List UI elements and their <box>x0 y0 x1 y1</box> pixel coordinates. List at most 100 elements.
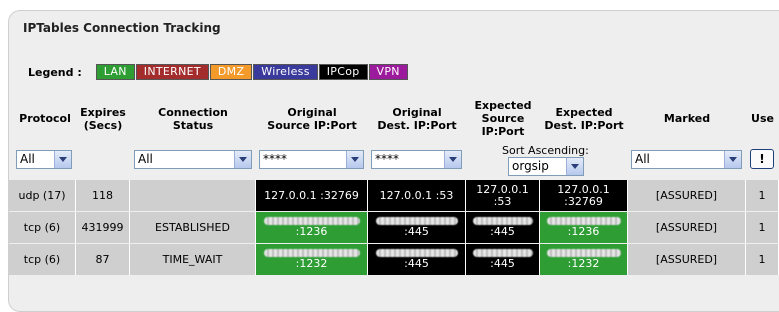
header-expires-label: Expires <box>80 106 126 119</box>
exp-dst-port: :32769 <box>564 194 603 208</box>
chevron-down-icon <box>566 158 583 175</box>
legend-vpn: VPN <box>368 64 408 80</box>
chevron-down-icon <box>346 151 363 168</box>
marked-filter-value: All <box>635 152 650 166</box>
exp-src-port: :445 <box>490 257 515 270</box>
legend-wireless: Wireless <box>253 64 318 80</box>
protocol-cell: tcp (6) <box>9 212 76 243</box>
orig-src-cell: 127.0.0.1 :32769 <box>256 180 368 211</box>
redacted-ip <box>472 217 533 225</box>
table-row: tcp (6) 87 TIME_WAIT :1232 :445 :445 :12… <box>9 244 779 275</box>
protocol-cell: udp (17) <box>9 180 76 211</box>
exp-dst-cell: :1232 <box>540 244 628 275</box>
exp-dst-ip: 127.0.0.1 <box>557 182 610 196</box>
use-cell: 1 <box>746 180 779 211</box>
panel-title: IPTables Connection Tracking <box>23 21 221 35</box>
chevron-down-icon <box>54 151 71 168</box>
orig-dst-cell: 127.0.0.1 :53 <box>368 180 466 211</box>
marked-filter-select[interactable]: All <box>631 150 742 169</box>
original-dest-filter-select[interactable]: **** <box>371 150 462 169</box>
header-expires-unit: (Secs) <box>83 119 123 132</box>
orig-dst-cell: :445 <box>368 244 466 275</box>
orig-src-cell: :1236 <box>256 212 368 243</box>
table-row: udp (17) 118 127.0.0.1 :32769 127.0.0.1 … <box>9 180 779 211</box>
header-exp-dst-label-2: Dest. IP:Port <box>544 119 624 132</box>
legend-lan: LAN <box>95 64 135 80</box>
original-source-filter-select[interactable]: **** <box>259 150 364 169</box>
status-cell: TIME_WAIT <box>130 244 256 275</box>
redacted-ip <box>375 217 458 225</box>
exp-dst-port: :1236 <box>567 225 600 238</box>
header-original-source: Original Source IP:Port <box>256 106 368 132</box>
expires-cell: 118 <box>76 180 130 211</box>
header-status-label-2: Status <box>172 119 214 132</box>
header-orig-src-label-2: Source IP:Port <box>267 119 357 132</box>
legend-ipcop: IPCop <box>318 64 368 80</box>
header-original-dest: Original Dest. IP:Port <box>368 106 466 132</box>
exp-dst-cell: :1236 <box>540 212 628 243</box>
header-orig-dst-label-1: Original <box>392 106 442 119</box>
header-use-label: Use <box>751 112 774 125</box>
redacted-ip <box>546 217 621 225</box>
exp-src-ip: 127.0.0.1 <box>476 182 529 196</box>
header-orig-src-label-1: Original <box>287 106 337 119</box>
redacted-ip <box>546 249 621 257</box>
protocol-filter-select[interactable]: All <box>16 150 72 169</box>
header-protocol-label: Protocol <box>19 112 71 125</box>
orig-src-port: :1232 <box>295 257 328 270</box>
apply-filter-button[interactable]: ! <box>750 149 774 169</box>
orig-dst-cell: :445 <box>368 212 466 243</box>
redacted-ip <box>263 249 360 257</box>
header-expires: Expires (Secs) <box>76 106 130 132</box>
sort-select[interactable]: orgsip <box>508 157 584 176</box>
header-expected-dest: Expected Dest. IP:Port <box>540 106 628 132</box>
header-marked-label: Marked <box>663 112 711 125</box>
protocol-cell: tcp (6) <box>9 244 76 275</box>
header-marked: Marked <box>628 112 746 125</box>
protocol-filter-value: All <box>20 152 35 166</box>
header-exp-src-label-3: IP:Port <box>481 125 525 138</box>
orig-src-filter-value: **** <box>263 152 287 166</box>
orig-dst-port: :445 <box>404 225 429 238</box>
marked-cell: [ASSURED] <box>628 212 746 243</box>
status-cell <box>130 180 256 211</box>
header-orig-dst-label-2: Dest. IP:Port <box>377 119 457 132</box>
orig-src-port: :1236 <box>295 225 328 238</box>
legend: Legend : LAN INTERNET DMZ Wireless IPCop… <box>28 64 409 80</box>
exp-src-cell: :445 <box>466 212 540 243</box>
exp-src-cell: :445 <box>466 244 540 275</box>
sort-label: Sort Ascending: <box>502 144 589 157</box>
header-exp-src-label-1: Expected <box>474 99 532 112</box>
sort-value: orgsip <box>512 159 549 173</box>
expires-cell: 431999 <box>76 212 130 243</box>
header-exp-src-label-2: Source <box>481 112 525 125</box>
header-use: Use <box>746 112 779 125</box>
exp-dst-cell: 127.0.0.1 :32769 <box>540 180 628 211</box>
expires-cell: 87 <box>76 244 130 275</box>
exp-src-port: :445 <box>490 225 515 238</box>
marked-cell: [ASSURED] <box>628 244 746 275</box>
status-filter-select[interactable]: All <box>134 150 252 169</box>
header-exp-dst-label-1: Expected <box>555 106 613 119</box>
exp-src-cell: 127.0.0.1 :53 <box>466 180 540 211</box>
header-connection-status: Connection Status <box>130 106 256 132</box>
table-row: tcp (6) 431999 ESTABLISHED :1236 :445 :4… <box>9 212 779 243</box>
status-cell: ESTABLISHED <box>130 212 256 243</box>
marked-cell: [ASSURED] <box>628 180 746 211</box>
header-protocol: Protocol <box>14 112 76 125</box>
use-cell: 1 <box>746 212 779 243</box>
header-expected-source: Expected Source IP:Port <box>466 99 540 138</box>
exp-src-port: :53 <box>493 194 512 208</box>
legend-internet: INTERNET <box>135 64 209 80</box>
use-cell: 1 <box>746 244 779 275</box>
orig-dst-filter-value: **** <box>375 152 399 166</box>
chevron-down-icon <box>724 151 741 168</box>
chevron-down-icon <box>444 151 461 168</box>
redacted-ip <box>375 249 458 257</box>
redacted-ip <box>263 217 360 225</box>
status-filter-value: All <box>138 152 153 166</box>
orig-src-cell: :1232 <box>256 244 368 275</box>
header-status-label-1: Connection <box>158 106 228 119</box>
orig-dst-port: :445 <box>404 257 429 270</box>
legend-dmz: DMZ <box>209 64 253 80</box>
